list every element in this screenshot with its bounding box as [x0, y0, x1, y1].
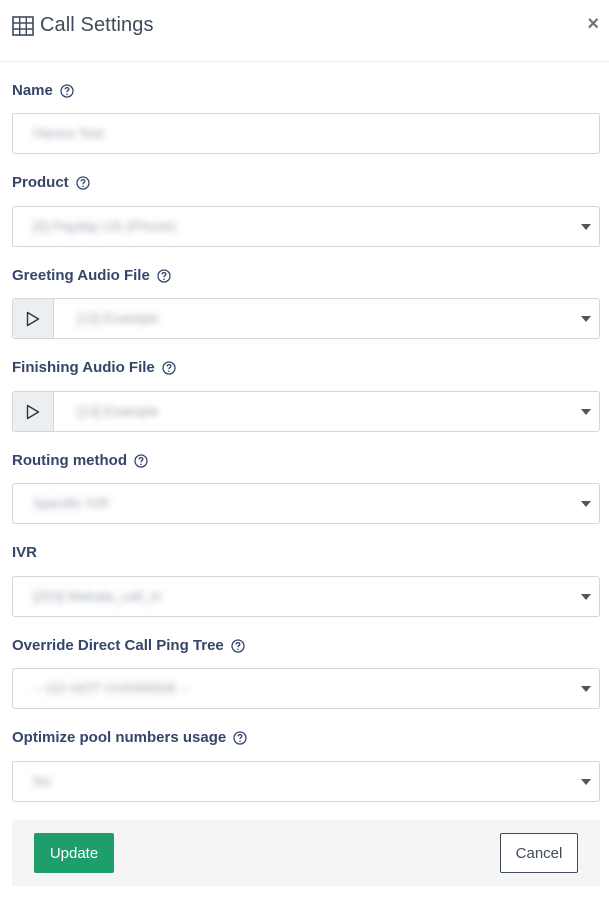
play-icon [26, 404, 40, 420]
help-icon[interactable] [162, 360, 176, 375]
name-label: Name [12, 82, 74, 99]
table-icon [12, 16, 34, 36]
greeting-audio-label: Greeting Audio File [12, 267, 171, 284]
chevron-down-icon [581, 594, 591, 600]
greeting-play-button[interactable] [13, 299, 54, 338]
cancel-button[interactable]: Cancel [500, 833, 578, 873]
modal-header: Call Settings × [0, 0, 609, 62]
finishing-audio-label: Finishing Audio File [12, 359, 176, 376]
help-icon[interactable] [76, 175, 90, 190]
finishing-audio-select[interactable]: [13] Example [12, 391, 600, 432]
chevron-down-icon [581, 779, 591, 785]
product-label: Product [12, 174, 90, 191]
ivr-label: IVR [12, 544, 38, 561]
greeting-audio-select[interactable]: [13] Example [12, 298, 600, 339]
optimize-pool-label: Optimize pool numbers usage [12, 729, 247, 746]
modal-title: Call Settings [40, 14, 154, 36]
update-button[interactable]: Update [34, 833, 114, 873]
routing-method-select[interactable]: Specific IVR [12, 483, 600, 524]
product-select[interactable]: [0] Payday US (Phone) [12, 206, 600, 247]
close-icon[interactable]: × [587, 12, 599, 36]
override-ping-tree-select[interactable]: -- DO NOT OVERRIDE -- [12, 668, 600, 709]
play-icon [26, 311, 40, 327]
finishing-play-button[interactable] [13, 392, 54, 431]
help-icon[interactable] [233, 730, 247, 745]
chevron-down-icon [581, 501, 591, 507]
optimize-pool-select[interactable]: No [12, 761, 600, 802]
help-icon[interactable] [157, 268, 171, 283]
chevron-down-icon [581, 224, 591, 230]
modal-footer: Update Cancel [12, 820, 600, 886]
chevron-down-icon [581, 686, 591, 692]
override-ping-tree-label: Override Direct Call Ping Tree [12, 637, 245, 654]
chevron-down-icon [581, 409, 591, 415]
name-input[interactable]: Hanna Test [12, 113, 600, 154]
ivr-select[interactable]: [253] Mahala_call_in [12, 576, 600, 617]
help-icon[interactable] [231, 638, 245, 653]
help-icon[interactable] [134, 453, 148, 468]
routing-method-label: Routing method [12, 452, 148, 469]
help-icon[interactable] [60, 83, 74, 98]
chevron-down-icon [581, 316, 591, 322]
